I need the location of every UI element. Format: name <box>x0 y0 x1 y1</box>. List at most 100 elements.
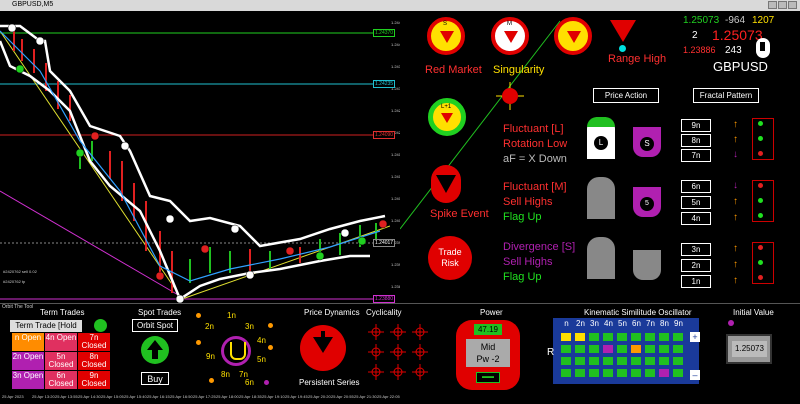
fractal-pattern-button[interactable]: Fractal Pattern <box>693 88 759 103</box>
count-value: 2 <box>692 30 698 41</box>
term-cell-3n[interactable]: 3n Open <box>12 371 44 389</box>
m-pattern-icon[interactable]: 5 <box>633 187 661 217</box>
third-signal-icon[interactable] <box>554 17 592 55</box>
status-dot <box>758 213 763 218</box>
power-mode-box[interactable]: Mid Pw -2 <box>466 339 510 367</box>
range-high-label: Range High <box>608 53 667 65</box>
orbit-label-9n: 9n <box>206 352 215 361</box>
dot-box-2 <box>752 180 774 222</box>
kso-cell <box>658 368 670 378</box>
status-dot <box>758 151 763 156</box>
term-trade-hold-button[interactable]: Term Trade [Hold <box>9 319 83 333</box>
time-axis-label: 25 Apr 19:45 <box>285 394 308 399</box>
kso-cell <box>644 344 656 354</box>
range-high-arrow-icon[interactable] <box>610 20 636 42</box>
battery-icon: ▬▬ <box>476 372 500 383</box>
singularity-signal-icon[interactable]: M <box>491 17 529 55</box>
term-cell-4n[interactable]: 4n Open <box>45 333 77 351</box>
kso-cell <box>644 332 656 342</box>
symbol-label: GBPUSD <box>713 59 768 74</box>
order-label-sell: #2420762 sell 0.02 <box>3 269 37 274</box>
chart-canvas <box>0 23 391 304</box>
kso-header: 6n <box>630 318 643 329</box>
arrow-up-icon: ↑ <box>733 275 738 286</box>
current-price: 1.25073 <box>712 27 763 43</box>
price-chart[interactable]: #2420762 sell 0.02 #2420762 tp <box>0 11 391 304</box>
arrow-up-icon: ↑ <box>733 243 738 254</box>
time-axis-label: 25 Apr 15:40 <box>124 394 147 399</box>
term-trades-title: Term Trades <box>40 308 85 317</box>
kso-cell <box>574 344 586 354</box>
arrow-down-icon: ↓ <box>733 149 738 160</box>
time-axis-label: 25 Apr 16:50 <box>170 394 193 399</box>
close-icon[interactable] <box>788 1 797 9</box>
trade-risk-label: Trade Risk <box>438 247 462 268</box>
fractal-row-8n[interactable]: 8n <box>681 134 711 147</box>
kso-header: 7n <box>644 318 657 329</box>
kso-cell <box>574 368 586 378</box>
orbit-dot <box>264 380 269 385</box>
lower-pattern-icon[interactable]: L <box>587 117 615 159</box>
orbit-center-icon[interactable] <box>221 336 251 366</box>
kso-cell <box>560 344 572 354</box>
cyclicality-title: Cyclicality <box>366 308 402 317</box>
fractal-row-2n[interactable]: 2n <box>681 259 711 272</box>
s-pattern-icon[interactable]: S <box>633 127 661 157</box>
time-axis-label: 25 Apr 20:20 <box>308 394 331 399</box>
maximize-icon[interactable] <box>778 1 787 9</box>
crosshair-target-icon[interactable] <box>496 82 524 110</box>
window-title: GBPUSD,M5 <box>12 1 54 8</box>
term-cell-6n[interactable]: 6n Closed <box>45 371 77 389</box>
term-cell-7n[interactable]: 7n Closed <box>78 333 110 351</box>
time-axis-label: 25 Apr 13:20 <box>32 394 55 399</box>
minimize-icon[interactable] <box>768 1 777 9</box>
fractal-row-3n[interactable]: 3n <box>681 243 711 256</box>
fractal-row-1n[interactable]: 1n <box>681 275 711 288</box>
fractal-row-5n[interactable]: 5n <box>681 196 711 209</box>
grey-pattern-icon[interactable] <box>587 177 615 219</box>
kso-plus-icon[interactable]: + <box>690 332 700 342</box>
buy-arrow-icon[interactable] <box>141 336 169 364</box>
kso-cell <box>644 368 656 378</box>
orbit-label-3n: 3n <box>245 322 254 331</box>
group-1-line1: Fluctuant [L] <box>503 123 564 135</box>
kso-cell <box>602 332 614 342</box>
term-cell-9n[interactable]: 9n Closed <box>78 371 110 389</box>
persistent-series-icon[interactable] <box>300 325 346 371</box>
red-market-signal-icon[interactable]: S <box>427 17 465 55</box>
group-2-line1: Fluctuant [M] <box>503 181 567 193</box>
time-axis-label: 25 Apr 17:25 <box>193 394 216 399</box>
trade-risk-button[interactable]: Trade Risk <box>428 236 472 280</box>
arrow-down-icon: ↓ <box>733 180 738 191</box>
arrow-up-icon: ↑ <box>733 119 738 130</box>
dot-box-3 <box>752 242 774 284</box>
fractal-row-9n[interactable]: 9n <box>681 119 711 132</box>
kso-title: Kinematic Similitude Oscillator <box>584 308 692 317</box>
kso-minus-icon[interactable]: – <box>690 370 700 380</box>
kso-cell <box>616 356 628 366</box>
grey-pattern-icon-2[interactable] <box>587 237 615 279</box>
fractal-row-7n[interactable]: 7n <box>681 149 711 162</box>
grey-pattern-icon-3[interactable] <box>633 250 661 280</box>
kso-cell <box>588 356 600 366</box>
level-tag-magenta: 1.23880 <box>373 295 396 303</box>
orbit-spot-button[interactable]: Orbit Spot <box>132 319 178 332</box>
term-cell-n[interactable]: n Open <box>12 333 44 351</box>
red-arrow-icon <box>504 31 518 43</box>
buy-button[interactable]: Buy <box>141 372 169 385</box>
fractal-row-4n[interactable]: 4n <box>681 212 711 225</box>
kso-header: 5n <box>616 318 629 329</box>
bid-price: 1.25073 <box>683 15 720 26</box>
price-action-button[interactable]: Price Action <box>593 88 659 103</box>
status-dot <box>758 183 763 188</box>
term-cell-5n[interactable]: 5n Closed <box>45 352 77 370</box>
arrow-up-icon: ↑ <box>733 259 738 270</box>
arrow-up-icon: ↑ <box>733 134 738 145</box>
term-cell-8n[interactable]: 8n Closed <box>78 352 110 370</box>
spike-event-icon[interactable] <box>431 165 461 203</box>
time-axis-label: 25 Apr 13:55 <box>55 394 78 399</box>
term-cell-2n[interactable]: 2n Open <box>12 352 44 370</box>
l-plus-signal-icon[interactable]: L+1 <box>428 98 466 136</box>
kso-cell <box>616 332 628 342</box>
fractal-row-6n[interactable]: 6n <box>681 180 711 193</box>
